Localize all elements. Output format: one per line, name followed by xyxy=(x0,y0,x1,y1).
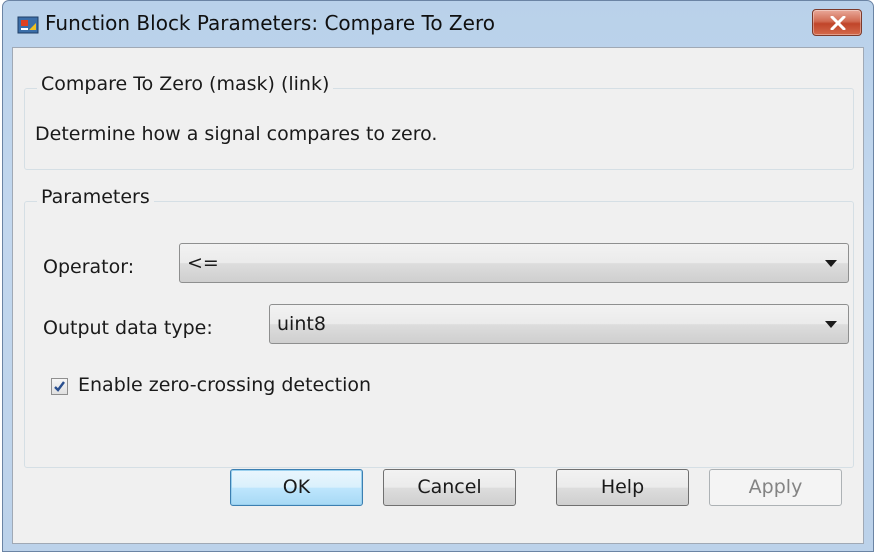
operator-value: <= xyxy=(187,252,219,274)
chevron-down-icon xyxy=(825,321,837,328)
apply-button[interactable]: Apply xyxy=(709,469,842,506)
description-group-legend: Compare To Zero (mask) (link) xyxy=(37,73,334,95)
chevron-down-icon xyxy=(825,260,837,267)
close-button[interactable] xyxy=(812,9,862,36)
help-button[interactable]: Help xyxy=(556,469,689,506)
ok-button[interactable]: OK xyxy=(230,469,363,506)
output-data-type-label: Output data type: xyxy=(43,317,213,339)
block-description: Determine how a signal compares to zero. xyxy=(35,123,438,145)
output-data-type-value: uint8 xyxy=(277,313,326,335)
checkmark-icon xyxy=(54,381,65,392)
zero-crossing-checkbox[interactable] xyxy=(51,378,68,395)
window-title: Function Block Parameters: Compare To Ze… xyxy=(45,11,495,35)
zero-crossing-label[interactable]: Enable zero-crossing detection xyxy=(78,374,371,396)
operator-label: Operator: xyxy=(43,256,135,278)
close-icon xyxy=(830,16,846,30)
dialog-window: Function Block Parameters: Compare To Ze… xyxy=(2,0,874,552)
parameters-group-legend: Parameters xyxy=(37,186,154,208)
title-bar[interactable]: Function Block Parameters: Compare To Ze… xyxy=(3,1,873,47)
cancel-button[interactable]: Cancel xyxy=(383,469,516,506)
operator-select[interactable]: <= xyxy=(179,243,849,283)
simulink-block-icon xyxy=(17,14,39,36)
parameters-group: Parameters Operator: <= Output data type… xyxy=(24,186,854,468)
output-data-type-select[interactable]: uint8 xyxy=(269,304,849,344)
description-group: Compare To Zero (mask) (link) Determine … xyxy=(24,73,854,170)
